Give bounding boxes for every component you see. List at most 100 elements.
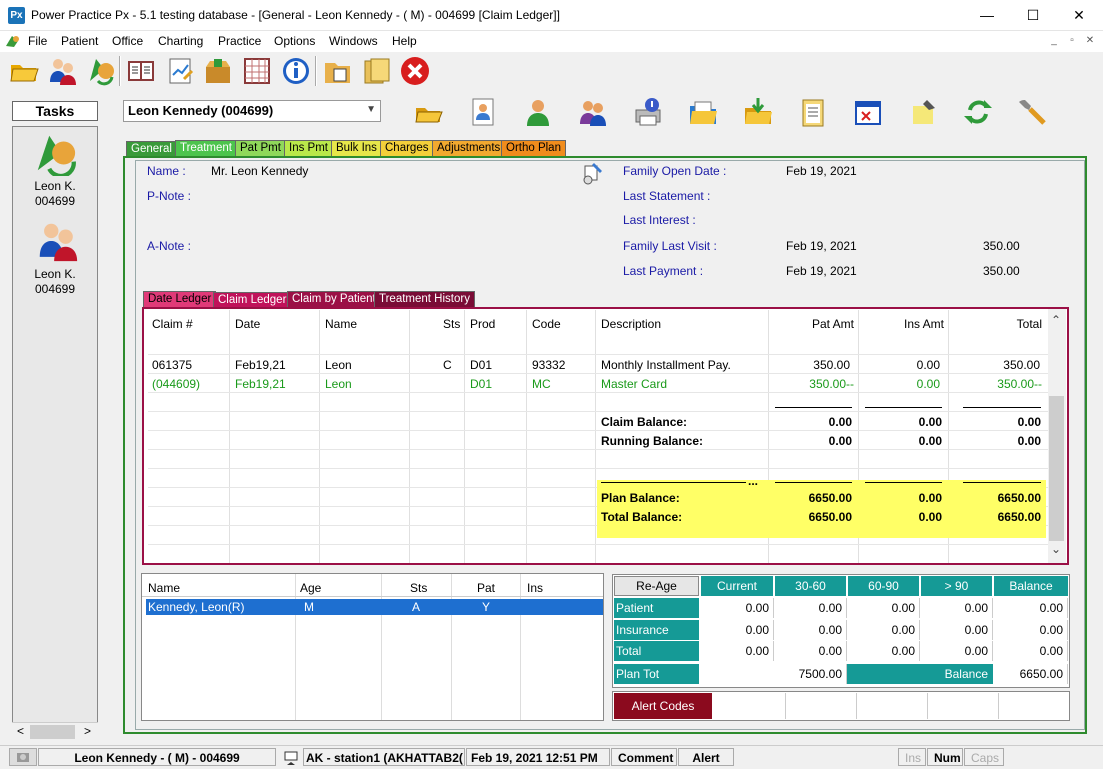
anote-label[interactable]: A-Note : — [147, 239, 191, 253]
menu-charting[interactable]: Charting — [158, 34, 203, 48]
column-header-pat-amt[interactable]: Pat Amt — [768, 317, 854, 331]
claim-name[interactable]: Leon — [325, 358, 352, 372]
claim-total[interactable]: 350.00 — [948, 358, 1040, 372]
claim-description[interactable]: Monthly Installment Pay. — [601, 358, 731, 372]
book-icon[interactable] — [125, 55, 157, 87]
claim-prod[interactable]: D01 — [470, 358, 492, 372]
column-header-total[interactable]: Total — [948, 317, 1042, 331]
patient-card-icon[interactable] — [467, 96, 499, 128]
chart-notes-icon[interactable] — [164, 55, 196, 87]
status-camera-icon[interactable] — [9, 748, 37, 766]
minimize-button[interactable]: — — [964, 0, 1010, 31]
status-comment[interactable]: Comment — [611, 748, 677, 766]
member-pat[interactable]: Y — [482, 600, 490, 614]
tab-date-ledger[interactable]: Date Ledger — [143, 291, 217, 308]
chevron-down-icon[interactable]: ▼ — [366, 104, 376, 115]
payment-pat-amt[interactable]: 350.00-- — [768, 377, 854, 391]
patient-refresh-icon[interactable] — [31, 130, 79, 179]
claim-number[interactable]: 061375 — [152, 358, 192, 372]
member-age[interactable]: M — [304, 600, 314, 614]
scroll-down-icon[interactable]: ⌄ — [1051, 542, 1061, 556]
scroll-right-icon[interactable]: > — [84, 724, 91, 738]
member-name[interactable]: Kennedy, Leon(R) — [148, 600, 245, 614]
payment-prod[interactable]: D01 — [470, 377, 492, 391]
menu-file[interactable]: File — [28, 34, 47, 48]
calendar-icon[interactable] — [852, 96, 884, 128]
tab-claim-by-patient[interactable]: Claim by Patient — [287, 291, 381, 308]
menu-help[interactable]: Help — [392, 34, 417, 48]
scroll-up-icon[interactable]: ⌃ — [1051, 313, 1061, 327]
column-header-date[interactable]: Date — [235, 317, 260, 331]
column-header-age[interactable]: Age — [300, 581, 321, 595]
column-header-description[interactable]: Description — [601, 317, 661, 331]
payment-code[interactable]: MC — [532, 377, 551, 391]
folders-icon[interactable] — [361, 55, 393, 87]
column-header-ins-amt[interactable]: Ins Amt — [858, 317, 944, 331]
scroll-left-icon[interactable]: < — [17, 724, 24, 738]
mdi-minimize-button[interactable]: _ — [1046, 33, 1062, 49]
column-header-name[interactable]: Name — [148, 581, 180, 595]
patient-refresh-icon[interactable] — [84, 55, 116, 87]
tab-bulk-ins[interactable]: Bulk Ins — [331, 140, 382, 157]
menu-office[interactable]: Office — [112, 34, 143, 48]
note-pin-icon[interactable] — [907, 96, 939, 128]
note-edit-icon[interactable] — [580, 160, 606, 186]
task-item-id[interactable]: 004699 — [12, 282, 98, 296]
maximize-button[interactable]: ☐ — [1010, 0, 1056, 31]
payment-name[interactable]: Leon — [325, 377, 352, 391]
column-header-claim[interactable]: Claim # — [152, 317, 193, 331]
task-item-label[interactable]: Leon K. — [12, 267, 98, 281]
claim-pat-amt[interactable]: 350.00 — [768, 358, 850, 372]
status-alert[interactable]: Alert — [678, 748, 734, 766]
tab-ins-pmt[interactable]: Ins Pmt — [284, 140, 333, 157]
claim-date[interactable]: Feb19,21 — [235, 358, 286, 372]
menu-patient[interactable]: Patient — [61, 34, 98, 48]
ledger-scroll-thumb[interactable] — [1049, 396, 1064, 541]
task-item-id[interactable]: 004699 — [12, 194, 98, 208]
open-folder-icon[interactable] — [412, 96, 444, 128]
claim-code[interactable]: 93332 — [532, 358, 565, 372]
mdi-restore-button[interactable]: ▫ — [1064, 33, 1080, 49]
wrench-icon[interactable] — [1017, 96, 1049, 128]
column-header-pat[interactable]: Pat — [477, 581, 495, 595]
member-status[interactable]: A — [412, 600, 420, 614]
box-icon[interactable] — [202, 55, 234, 87]
family-icon[interactable] — [46, 55, 78, 87]
calendar-grid-icon[interactable] — [241, 55, 273, 87]
menu-practice[interactable]: Practice — [218, 34, 261, 48]
payment-number[interactable]: (044609) — [152, 377, 200, 391]
exit-icon[interactable] — [399, 55, 431, 87]
menu-windows[interactable]: Windows — [329, 34, 378, 48]
tasks-scroll-thumb[interactable] — [30, 725, 75, 739]
patient-selector[interactable]: Leon Kennedy (004699) ▼ — [123, 100, 381, 122]
claim-ins-amt[interactable]: 0.00 — [858, 358, 940, 372]
column-header-prod[interactable]: Prod — [470, 317, 495, 331]
family-icon[interactable] — [34, 218, 80, 264]
payment-date[interactable]: Feb19,21 — [235, 377, 286, 391]
download-folder-icon[interactable] — [742, 96, 774, 128]
tab-charges[interactable]: Charges — [380, 140, 434, 157]
re-age-button[interactable]: Re-Age — [614, 576, 699, 596]
pnote-label[interactable]: P-Note : — [147, 189, 191, 203]
mdi-system-icon[interactable] — [4, 33, 22, 49]
tab-pat-pmt[interactable]: Pat Pmt — [235, 140, 286, 157]
payment-ins-amt[interactable]: 0.00 — [858, 377, 940, 391]
payment-description[interactable]: Master Card — [601, 377, 667, 391]
refresh-icon[interactable] — [962, 96, 994, 128]
column-header-sts[interactable]: Sts — [443, 317, 460, 331]
clipboard-icon[interactable] — [797, 96, 829, 128]
info-icon[interactable] — [280, 55, 312, 87]
printer-alert-icon[interactable] — [632, 96, 664, 128]
document-folder-icon[interactable] — [322, 55, 354, 87]
folder-documents-icon[interactable] — [687, 96, 719, 128]
tab-treatment[interactable]: Treatment — [175, 140, 237, 157]
menu-options[interactable]: Options — [274, 34, 315, 48]
users-icon[interactable] — [577, 96, 609, 128]
alert-codes-button[interactable]: Alert Codes — [614, 693, 712, 719]
column-header-ins[interactable]: Ins — [527, 581, 543, 595]
close-button[interactable]: ✕ — [1056, 0, 1102, 31]
task-item-label[interactable]: Leon K. — [12, 179, 98, 193]
column-header-code[interactable]: Code — [532, 317, 561, 331]
tab-treatment-history[interactable]: Treatment History — [374, 291, 475, 308]
tab-adjustments[interactable]: Adjustments — [432, 140, 506, 157]
